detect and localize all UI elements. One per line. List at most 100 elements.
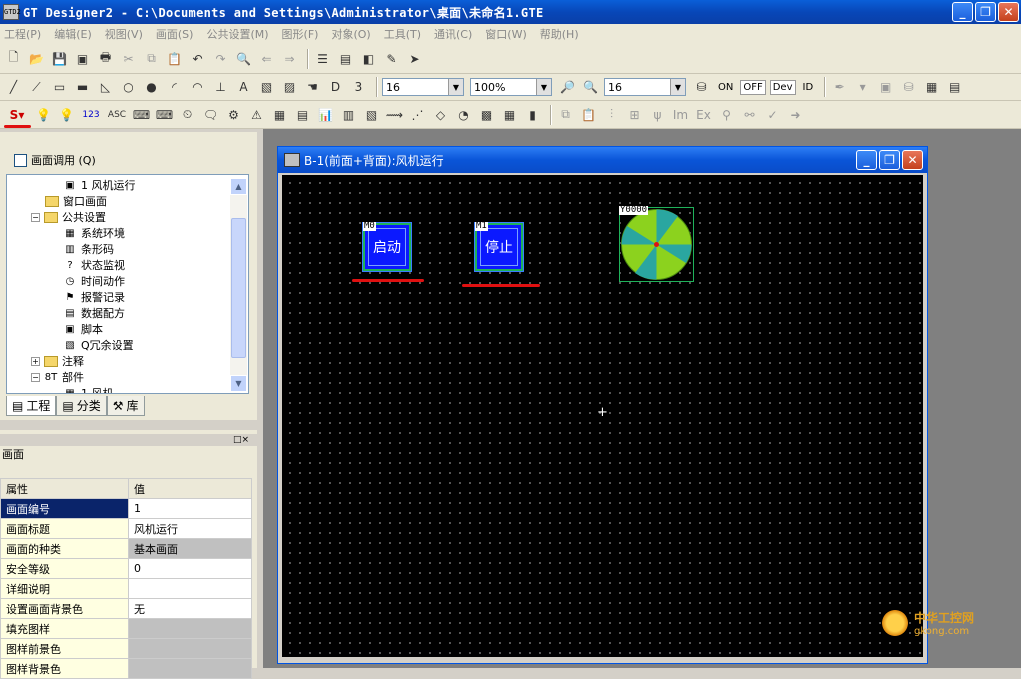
pin-icon[interactable]: □× [233, 435, 249, 445]
trend-icon[interactable]: ⟿ [385, 105, 404, 124]
part-icon[interactable]: ⚙ [224, 105, 243, 124]
bar-chart-icon[interactable]: ▮ [523, 105, 542, 124]
polyline-icon[interactable]: ⟋ [27, 78, 46, 97]
ex-icon[interactable]: Ex [694, 105, 713, 124]
font-size-select[interactable]: 16 ▼ [382, 78, 464, 96]
filled-rect-icon[interactable]: ▬ [73, 78, 92, 97]
filled-circle-icon[interactable]: ● [142, 78, 161, 97]
save-icon[interactable]: 💾 [50, 49, 69, 68]
fill-bucket-icon[interactable]: ⛁ [692, 78, 711, 97]
property-value[interactable]: 风机运行 [128, 518, 252, 539]
property-value[interactable] [128, 578, 252, 599]
tree-item-parts[interactable]: −8T 部件 [31, 369, 84, 385]
select-arrow-icon[interactable]: ➤ [405, 49, 424, 68]
collapse-icon[interactable]: − [31, 372, 40, 382]
menu-edit[interactable]: 编辑(E) [54, 26, 92, 42]
dxf-icon[interactable]: D [326, 78, 345, 97]
zoom-in-icon[interactable]: 🔎 [558, 78, 577, 97]
meter-icon[interactable]: ◔ [454, 105, 473, 124]
menu-comm[interactable]: 通讯(C) [434, 26, 472, 42]
expand-icon[interactable]: + [31, 356, 40, 366]
hand-icon[interactable]: ☚ [303, 78, 322, 97]
chart-icon[interactable]: ▦ [500, 105, 519, 124]
menu-common[interactable]: 公共设置(M) [206, 26, 268, 42]
graph-icon[interactable]: 📊 [316, 105, 335, 124]
rectangle-icon[interactable]: ▭ [50, 78, 69, 97]
menu-figure[interactable]: 图形(F) [282, 26, 319, 42]
tree-item-barcode[interactable]: ▥ 条形码 [63, 241, 114, 257]
text-icon[interactable]: A [234, 78, 253, 97]
tab-project[interactable]: ▤ 工程 [6, 396, 57, 416]
copy-icon[interactable]: ⧉ [142, 49, 161, 68]
menu-help[interactable]: 帮助(H) [540, 26, 579, 42]
screen-list-icon[interactable]: ☰ [313, 49, 332, 68]
clock-icon[interactable]: ⏲ [178, 105, 197, 124]
scatter-icon[interactable]: ⋰ [408, 105, 427, 124]
property-value[interactable]: 无 [128, 598, 252, 619]
table-row[interactable]: 图样前景色 [0, 638, 252, 659]
find-icon[interactable]: 🔍 [234, 49, 253, 68]
switch-object-icon[interactable]: S ▾ [4, 105, 30, 124]
align-icon[interactable]: ⫶ [602, 105, 621, 124]
table-row[interactable]: 画面的种类 基本画面 [0, 538, 252, 559]
tree-item-alarm-log[interactable]: ⚑ 报警记录 [63, 289, 125, 305]
screen-call-checkbox[interactable] [14, 153, 27, 167]
table-row[interactable]: 安全等级 0 [0, 558, 252, 579]
collapse-icon[interactable]: − [31, 212, 40, 222]
print-icon[interactable]: 🖶 [96, 49, 115, 68]
tree-scrollbar[interactable]: ▲ ▼ [230, 178, 247, 392]
restore-button[interactable]: ❐ [975, 2, 996, 22]
save-all-icon[interactable]: ▣ [73, 49, 92, 68]
scroll-up-icon[interactable]: ▲ [230, 178, 247, 195]
3d-icon[interactable]: 3 [349, 78, 368, 97]
close-button[interactable]: ✕ [998, 2, 1019, 22]
numeric-input-icon[interactable]: ⌨ [132, 105, 151, 124]
ascii-display-icon[interactable]: ASC [106, 105, 128, 124]
minimize-button[interactable]: _ [952, 2, 973, 22]
tree-item-common-settings[interactable]: − 公共设置 [31, 209, 106, 225]
line-style-icon[interactable]: ▾ [853, 78, 872, 97]
fill-style-icon[interactable]: ▣ [876, 78, 895, 97]
tree-item-window-screen[interactable]: 窗口画面 [45, 193, 107, 209]
new-file-icon[interactable]: 🗋 [4, 49, 23, 68]
pen-icon[interactable]: ✎ [382, 49, 401, 68]
history-icon[interactable]: ▤ [293, 105, 312, 124]
comment-icon[interactable]: 🗨 [201, 105, 220, 124]
menu-screen[interactable]: 画面(S) [156, 26, 194, 42]
numeric-display-icon[interactable]: 123 [80, 105, 102, 124]
ascii-input-icon[interactable]: ⌨ [155, 105, 174, 124]
editor-maximize-button[interactable]: ❐ [879, 150, 900, 170]
replace-icon[interactable]: ⚯ [740, 105, 759, 124]
table-row[interactable]: 详细说明 [0, 578, 252, 599]
line-icon[interactable]: ╱ [4, 78, 23, 97]
bar-graph-icon[interactable]: ▥ [339, 105, 358, 124]
im-icon[interactable]: Im [671, 105, 690, 124]
tree-item-recipe[interactable]: ▤ 数据配方 [63, 305, 125, 321]
tab-category[interactable]: ▤ 分类 [56, 396, 107, 416]
tree-item-q-redundancy[interactable]: ▧ Q冗余设置 [63, 337, 133, 353]
level-icon[interactable]: ▧ [362, 105, 381, 124]
property-icon[interactable]: ▤ [336, 49, 355, 68]
image-icon[interactable]: ▨ [280, 78, 299, 97]
zoom-out-icon[interactable]: 🔍 [581, 78, 600, 97]
tree-item-script[interactable]: ▣ 脚本 [63, 321, 103, 337]
id-button[interactable]: ID [800, 80, 817, 95]
word-lamp-icon[interactable]: 💡 [57, 105, 76, 124]
screen-view-icon[interactable]: ▦ [922, 78, 941, 97]
paste-icon[interactable]: 📋 [165, 49, 184, 68]
arc-icon[interactable]: ◜ [165, 78, 184, 97]
open-folder-icon[interactable]: 📂 [27, 49, 46, 68]
fan-lamp-object[interactable] [619, 207, 694, 282]
tree-item-screen-1[interactable]: ▣ 1 风机运行 [63, 177, 135, 193]
tap-icon[interactable]: ψ [648, 105, 667, 124]
menu-project[interactable]: 工程(P) [4, 26, 41, 42]
fill-color-icon[interactable]: ⛁ [899, 78, 918, 97]
table-row[interactable]: 画面编号 1 [0, 498, 252, 519]
polygon-icon[interactable]: ◺ [96, 78, 115, 97]
copy-object-icon[interactable]: ⧉ [556, 105, 575, 124]
property-value[interactable]: 0 [128, 558, 252, 579]
alarm-list-icon[interactable]: ▦ [270, 105, 289, 124]
tree-item-status-monitor[interactable]: ? 状态监视 [63, 257, 125, 273]
right-arrow-icon[interactable]: ➜ [786, 105, 805, 124]
tab-library[interactable]: ⚒ 库 [106, 396, 145, 416]
